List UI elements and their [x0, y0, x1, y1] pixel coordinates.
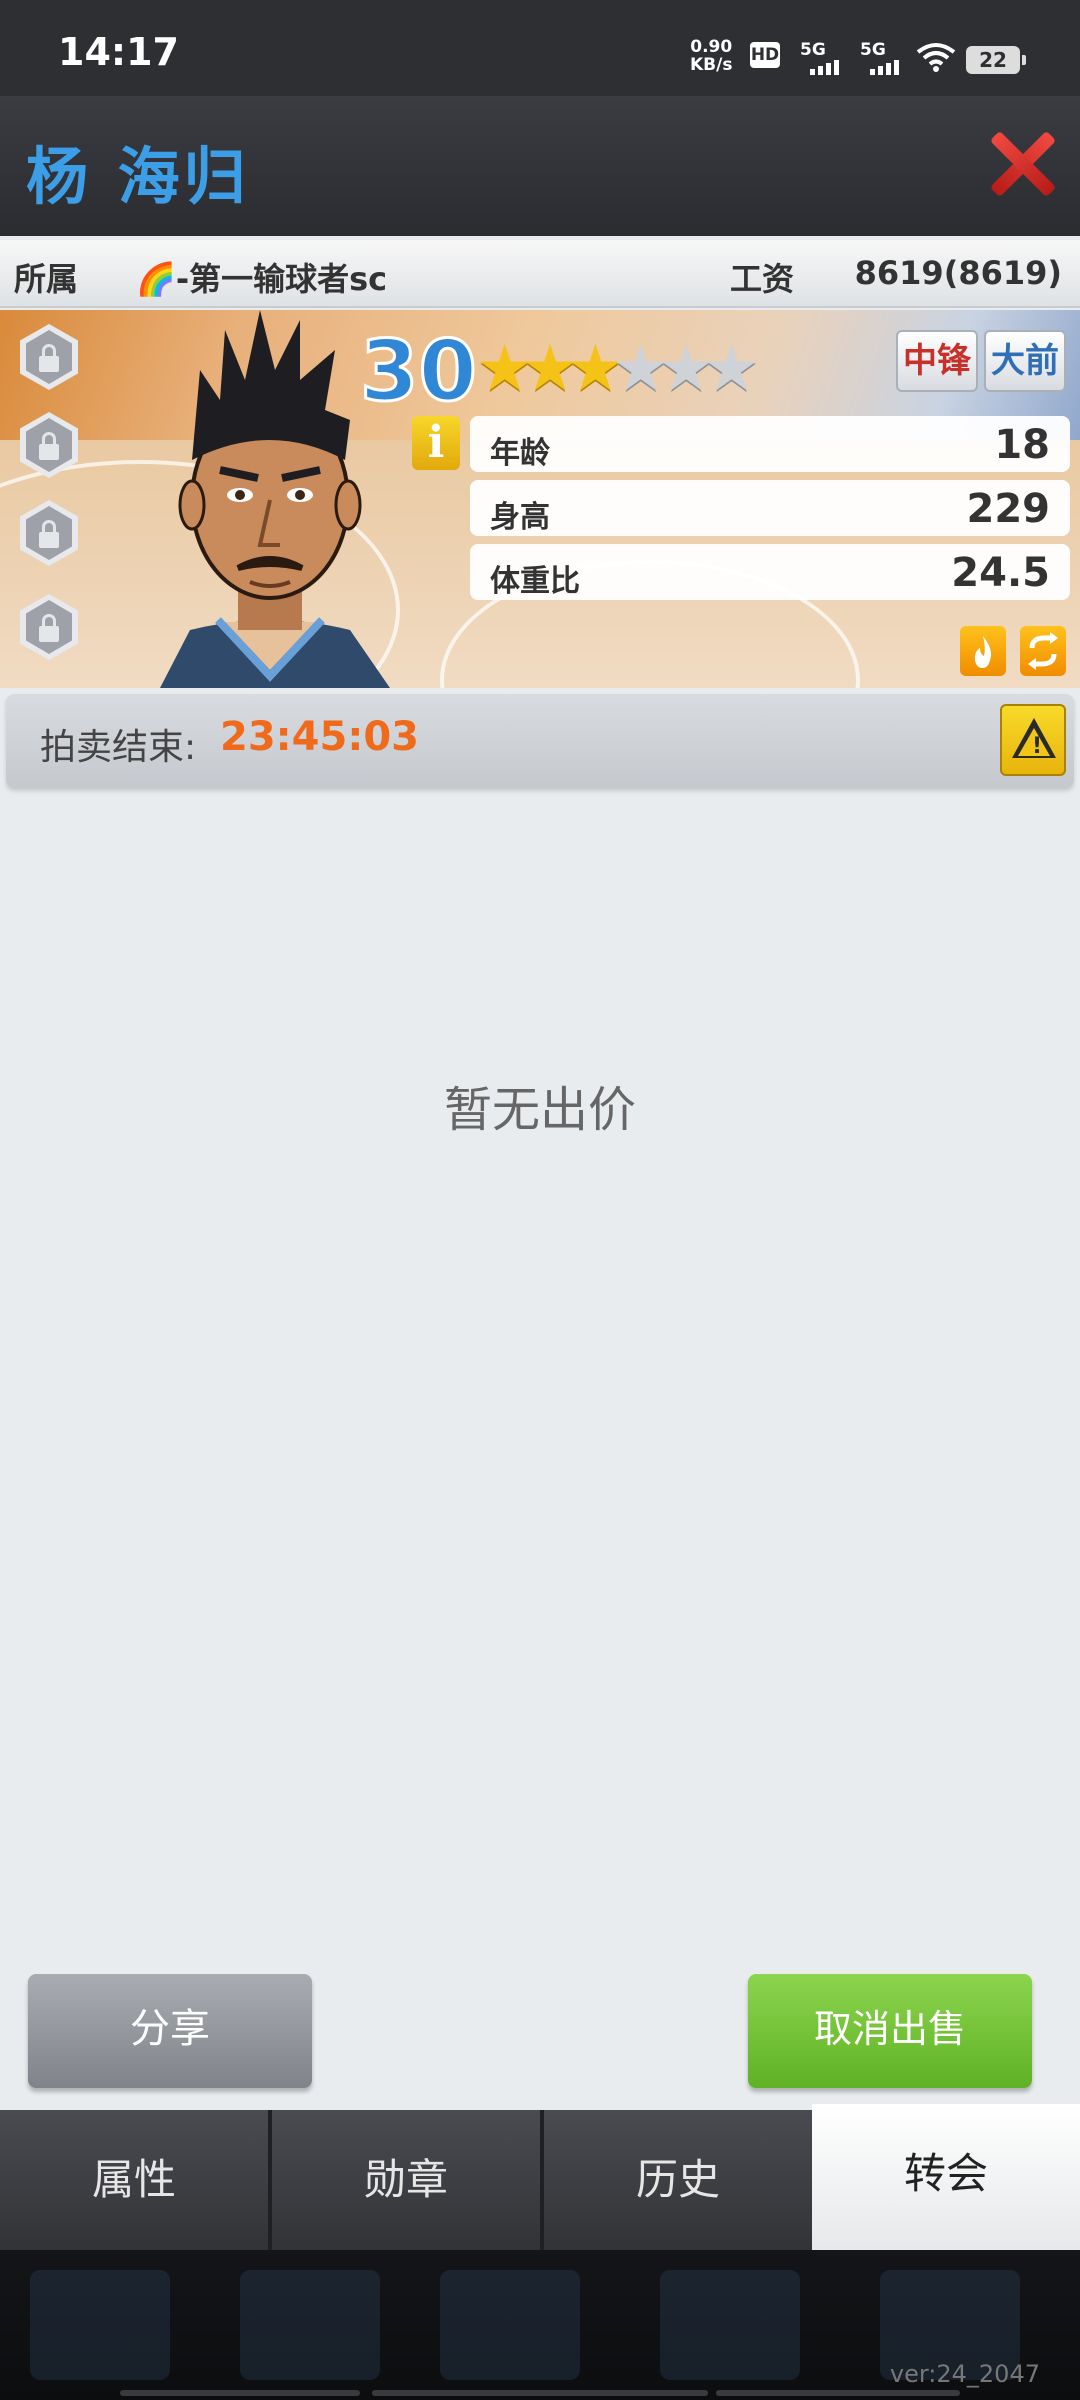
refresh-icon[interactable] [1020, 626, 1066, 676]
stat-value: 24.5 [951, 550, 1050, 596]
player-card: 30 ★★★★★★ 中锋 大前 i 年龄 18 身高 229 体重比 24.5 [0, 310, 1080, 688]
star-filled-icon: ★ [476, 332, 533, 406]
status-bar: 14:17 0.90 KB/s HD 5G 5G 22 [0, 0, 1080, 96]
signal-icon-2 [870, 56, 902, 75]
info-icon[interactable]: i [412, 416, 460, 470]
title-bar: 杨 海归 [0, 96, 1080, 236]
wifi-icon [916, 43, 956, 72]
fire-icon[interactable] [960, 626, 1006, 676]
star-filled-icon: ★ [521, 332, 578, 406]
tab-attributes[interactable]: 属性 [0, 2110, 268, 2250]
share-button[interactable]: 分享 [28, 1974, 312, 2088]
auction-timer-bar: 拍卖结束: 23:45:03 ! [6, 694, 1074, 788]
tab-bar: 属性 勋章 历史 转会 [0, 2104, 1080, 2250]
warning-icon[interactable]: ! [1000, 704, 1066, 776]
stat-row-age: 年龄 18 [470, 416, 1070, 472]
locked-slot-icon[interactable] [20, 500, 78, 566]
locked-slot-icon[interactable] [20, 594, 78, 660]
dock-item-icon [30, 2270, 170, 2380]
version-label: ver:24_2047 [889, 2360, 1040, 2388]
star-empty-icon: ★ [657, 332, 715, 406]
no-bids-message: 暂无出价 [443, 1082, 636, 1138]
stat-value: 18 [994, 422, 1050, 468]
network-speed-value: 0.90 [690, 37, 733, 57]
dock-item-icon [440, 2270, 580, 2380]
stat-row-height: 身高 229 [470, 480, 1070, 536]
team-label: 所属 [14, 260, 79, 298]
cancel-sale-button[interactable]: 取消出售 [748, 1974, 1032, 2088]
salary-label: 工资 [730, 260, 795, 298]
auction-countdown: 23:45:03 [220, 714, 419, 760]
tab-history[interactable]: 历史 [544, 2110, 812, 2250]
overall-rating: 30 [359, 321, 479, 422]
stat-label: 体重比 [490, 564, 580, 599]
stat-value: 229 [966, 486, 1051, 532]
star-rating: ★★★★★★ [476, 332, 760, 406]
nav-handle [716, 2390, 960, 2396]
position-badge-center: 中锋 [896, 330, 978, 392]
background-dock: ver:24_2047 [0, 2250, 1080, 2400]
stat-label: 年龄 [490, 436, 550, 471]
salary-value: 8619(8619) [854, 254, 1062, 292]
dock-item-icon [660, 2270, 800, 2380]
locked-slot-icon[interactable] [20, 412, 78, 478]
dock-item-icon [240, 2270, 380, 2380]
team-name[interactable]: 🌈-第一输球者sc [136, 254, 387, 300]
hd-icon: HD [750, 42, 780, 68]
star-empty-icon: ★ [702, 332, 760, 406]
battery-icon: 22 [966, 46, 1026, 74]
status-time: 14:17 [58, 30, 179, 74]
stat-row-weight-ratio: 体重比 24.5 [470, 544, 1070, 600]
position-badge-power-forward: 大前 [984, 330, 1066, 392]
nav-handle [372, 2390, 708, 2396]
player-name: 杨 海归 [26, 140, 250, 213]
close-icon[interactable] [986, 126, 1056, 200]
auction-end-label: 拍卖结束: [40, 727, 197, 768]
network-speed-unit: KB/s [690, 55, 733, 75]
stat-label: 身高 [490, 500, 550, 535]
nav-handle [120, 2390, 360, 2396]
signal-icon [810, 56, 842, 75]
team-salary-row: 所属 🌈-第一输球者sc 工资 8619(8619) [0, 240, 1080, 308]
network-speed: 0.90 KB/s [690, 38, 732, 74]
locked-slot-icon[interactable] [20, 324, 78, 390]
tab-transfer[interactable]: 转会 [812, 2104, 1080, 2250]
star-filled-icon: ★ [566, 332, 624, 406]
tab-medals[interactable]: 勋章 [272, 2110, 540, 2250]
star-empty-icon: ★ [612, 332, 669, 406]
